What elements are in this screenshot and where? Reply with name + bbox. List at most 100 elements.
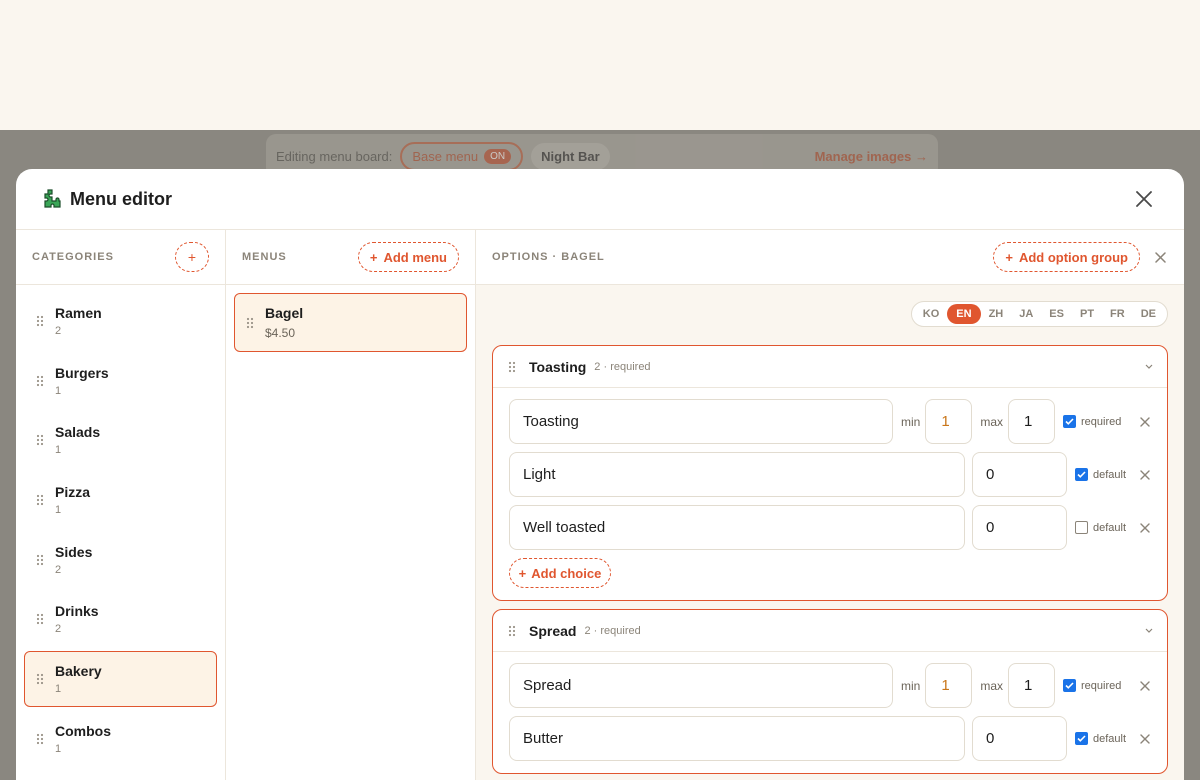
option-group-header[interactable]: Spread 2 · required (493, 610, 1167, 652)
category-name: Pizza (55, 484, 91, 501)
choice-name-input[interactable]: Butter (509, 716, 965, 761)
drag-handle-icon[interactable] (505, 624, 519, 638)
checkbox-checked-icon[interactable] (1075, 732, 1088, 745)
menu-item-active[interactable]: Bagel $4.50 (234, 293, 467, 352)
delete-choice-button[interactable] (1139, 733, 1151, 745)
category-item[interactable]: Pizza 1 (24, 472, 217, 528)
modal-header: Menu editor (16, 169, 1184, 230)
add-option-group-label: Add option group (1018, 249, 1128, 265)
choice-price-input[interactable]: 0 (972, 505, 1067, 550)
choice-row: Butter 0 default (509, 716, 1151, 761)
category-item-active[interactable]: Bakery 1 (24, 651, 217, 708)
lang-tab-ko[interactable]: KO (915, 304, 948, 324)
add-menu-label: Add menu (383, 249, 447, 265)
categories-header: CATEGORIES + (16, 230, 225, 285)
drag-handle-icon[interactable] (33, 672, 47, 686)
choice-row: Light 0 default (509, 452, 1151, 497)
lang-tab-de[interactable]: DE (1133, 304, 1164, 324)
required-checkbox[interactable]: required (1063, 415, 1121, 428)
options-column: OPTIONS · BAGEL + Add option group KO EN… (476, 230, 1184, 780)
option-group-header[interactable]: Toasting 2 · required (493, 346, 1167, 388)
min-input[interactable]: 1 (925, 399, 973, 444)
min-input[interactable]: 1 (925, 663, 973, 708)
add-choice-label: Add choice (531, 565, 602, 581)
close-options-button[interactable] (1152, 249, 1168, 265)
lang-tab-pt[interactable]: PT (1072, 304, 1102, 324)
category-count: 1 (55, 504, 62, 517)
category-item[interactable]: Sides 2 (24, 532, 217, 588)
category-item[interactable]: Burgers 1 (24, 353, 217, 409)
drag-handle-icon[interactable] (33, 732, 47, 746)
default-checkbox[interactable]: default (1075, 732, 1126, 745)
min-label: min (901, 414, 921, 429)
default-checkbox[interactable]: default (1075, 468, 1126, 481)
checkbox-checked-icon[interactable] (1075, 468, 1088, 481)
lang-tab-fr[interactable]: FR (1102, 304, 1133, 324)
drag-handle-icon[interactable] (33, 374, 47, 388)
night-bar-pill: Night Bar (531, 142, 610, 170)
required-checkbox[interactable]: required (1063, 679, 1121, 692)
option-group-meta: 2 · required (594, 360, 651, 373)
category-item[interactable]: Salads 1 (24, 412, 217, 468)
add-menu-button[interactable]: + Add menu (357, 242, 459, 272)
drag-handle-icon[interactable] (33, 493, 47, 507)
category-count: 2 (55, 563, 62, 576)
options-title: OPTIONS · BAGEL (492, 251, 605, 263)
option-group: Toasting 2 · required Toasting min 1 max… (492, 345, 1168, 601)
menus-header: MENUS + Add menu (226, 230, 475, 285)
add-option-group-button[interactable]: + Add option group (993, 242, 1140, 272)
lang-tab-es[interactable]: ES (1041, 304, 1072, 324)
category-count: 1 (55, 444, 62, 457)
choice-price-input[interactable]: 0 (972, 716, 1067, 761)
add-category-button[interactable]: + (175, 242, 209, 272)
plus-icon: + (369, 249, 378, 265)
categories-title: CATEGORIES (32, 251, 114, 263)
category-count: 1 (55, 742, 62, 755)
group-name-input[interactable]: Toasting (509, 399, 893, 444)
default-checkbox[interactable]: default (1075, 521, 1126, 534)
add-choice-button[interactable]: + Add choice (509, 558, 611, 588)
menu-name: Bagel (265, 305, 304, 321)
close-icon (1136, 191, 1152, 207)
delete-group-button[interactable] (1139, 680, 1151, 692)
puzzle-icon (44, 189, 61, 208)
choice-name-input[interactable]: Well toasted (509, 505, 965, 550)
menu-editor-modal: Menu editor CATEGORIES + Ramen 2 Burgers 1 (16, 169, 1184, 780)
category-count: 2 (55, 325, 62, 337)
drag-handle-icon[interactable] (243, 316, 257, 330)
drag-handle-icon[interactable] (505, 360, 519, 374)
category-item[interactable]: Ramen 2 (24, 293, 217, 349)
drag-handle-icon[interactable] (33, 433, 47, 447)
delete-choice-button[interactable] (1139, 469, 1151, 481)
category-item[interactable]: Drinks 2 (24, 591, 217, 647)
group-name-input[interactable]: Spread (509, 663, 893, 708)
lang-tab-ja[interactable]: JA (1011, 304, 1041, 324)
drag-handle-icon[interactable] (33, 553, 47, 567)
category-count: 1 (55, 384, 62, 397)
drag-handle-icon[interactable] (33, 612, 47, 626)
drag-handle-icon[interactable] (33, 314, 47, 328)
modal-title: Menu editor (70, 188, 172, 209)
checkbox-checked-icon[interactable] (1063, 679, 1077, 692)
checkbox-unchecked-icon[interactable] (1075, 521, 1088, 534)
option-group-name: Spread (529, 622, 577, 639)
choice-price-input[interactable]: 0 (972, 452, 1067, 497)
max-input[interactable]: 1 (1008, 399, 1056, 444)
plus-icon: + (187, 249, 197, 265)
lang-tab-en[interactable]: EN (947, 304, 981, 324)
max-input[interactable]: 1 (1008, 663, 1056, 708)
close-modal-button[interactable] (1128, 183, 1160, 215)
category-name: Bakery (55, 663, 102, 680)
close-icon (1140, 522, 1150, 533)
required-label: required (1081, 679, 1122, 692)
lang-tab-zh[interactable]: ZH (981, 304, 1012, 324)
chevron-down-icon[interactable] (1143, 625, 1155, 637)
checkbox-checked-icon[interactable] (1063, 415, 1077, 428)
options-header: OPTIONS · BAGEL + Add option group (476, 230, 1184, 285)
category-item[interactable]: Combos 1 (24, 711, 217, 767)
delete-group-button[interactable] (1139, 416, 1151, 428)
delete-choice-button[interactable] (1139, 522, 1151, 534)
category-name: Sides (55, 543, 93, 560)
chevron-down-icon[interactable] (1143, 361, 1155, 373)
choice-name-input[interactable]: Light (509, 452, 965, 497)
